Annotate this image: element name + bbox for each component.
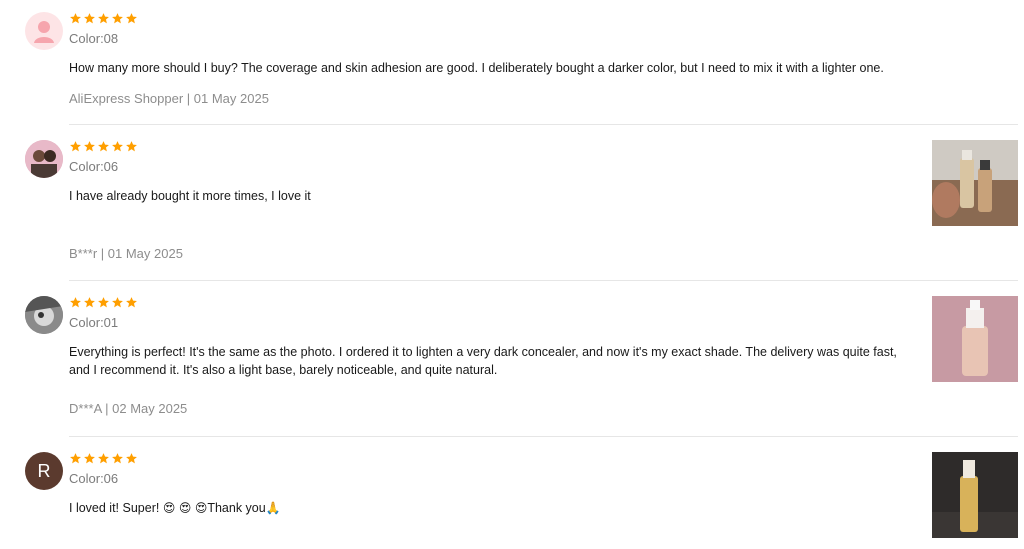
star-rating [69, 452, 138, 465]
star-icon [98, 141, 109, 152]
review-text: I have already bought it more times, I l… [69, 189, 311, 203]
star-icon [98, 13, 109, 24]
review-text: How many more should I buy? The coverage… [69, 61, 884, 75]
user-photo-icon [25, 296, 63, 334]
star-icon [112, 13, 123, 24]
star-rating [69, 296, 138, 309]
review-photo[interactable] [932, 452, 1018, 538]
star-icon [112, 453, 123, 464]
star-icon [98, 297, 109, 308]
review-item: Color:06 I have already bought it more t… [0, 125, 1024, 281]
heart-eyes-emoji-icon: 😍 [178, 501, 192, 515]
avatar[interactable] [25, 140, 63, 178]
star-icon [70, 141, 81, 152]
color-variant: Color:01 [69, 315, 119, 330]
review-item: Color:08 How many more should I buy? The… [0, 0, 1024, 125]
star-icon [98, 453, 109, 464]
product-photo-icon [932, 296, 1018, 382]
star-icon [70, 453, 81, 464]
default-user-icon [34, 21, 54, 43]
reviews-list: Color:08 How many more should I buy? The… [0, 0, 1024, 549]
avatar[interactable] [25, 12, 63, 50]
review-photo[interactable] [932, 140, 1018, 226]
star-icon [84, 13, 95, 24]
star-rating [69, 12, 138, 25]
review-item: Color:01 Everything is perfect! It's the… [0, 281, 1024, 437]
product-photo-icon [932, 140, 1018, 226]
avatar[interactable] [25, 296, 63, 334]
star-icon [112, 141, 123, 152]
review-meta: AliExpress Shopper | 01 May 2025 [69, 91, 269, 106]
color-variant: Color:06 [69, 471, 119, 486]
color-variant: Color:08 [69, 31, 119, 46]
praying-hands-emoji-icon: 🙏 [265, 501, 281, 515]
star-rating [69, 140, 138, 153]
heart-eyes-emoji-icon: 😍 [194, 501, 208, 515]
star-icon [84, 141, 95, 152]
star-icon [70, 13, 81, 24]
product-photo-icon [932, 452, 1018, 538]
review-meta: B***r | 01 May 2025 [69, 246, 183, 261]
letter-avatar: R [25, 452, 63, 490]
heart-eyes-emoji-icon: 😍 [162, 501, 176, 515]
star-icon [112, 297, 123, 308]
review-text-end: Thank you [207, 501, 266, 515]
review-text: Everything is perfect! It's the same as … [69, 345, 897, 377]
user-photo-icon [25, 140, 63, 178]
review-item: R Color:06 I loved it! Super! 😍 😍 😍Thank… [0, 437, 1024, 549]
star-icon [84, 297, 95, 308]
review-text: I loved it! Super! 😍 😍 😍Thank you🙏 [69, 499, 919, 517]
review-photo[interactable] [932, 296, 1018, 382]
star-icon [84, 453, 95, 464]
review-meta: D***A | 02 May 2025 [69, 401, 188, 416]
avatar[interactable]: R [25, 452, 63, 490]
star-icon [70, 297, 81, 308]
star-icon [126, 13, 137, 24]
star-icon [126, 141, 137, 152]
color-variant: Color:06 [69, 159, 119, 174]
star-icon [126, 297, 137, 308]
review-text-start: I loved it! Super! [69, 501, 160, 515]
star-icon [126, 453, 137, 464]
